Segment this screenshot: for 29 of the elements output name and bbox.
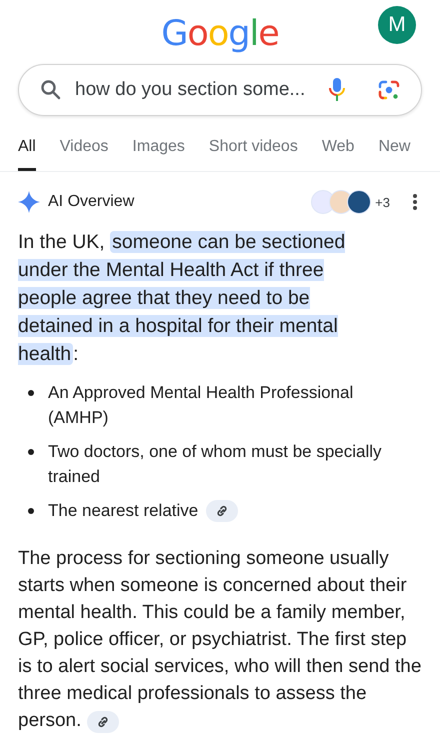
tab[interactable]: Videos <box>60 138 108 171</box>
more-options-icon[interactable] <box>412 193 418 211</box>
answer-text: In the UK, someone can be sectioned under the Mental Health Act if three people agree that they need to be detained in a hospital for their mental health: <box>18 230 346 367</box>
citation-link[interactable] <box>206 500 238 522</box>
source-count[interactable]: +3 <box>375 194 390 210</box>
microphone-icon[interactable] <box>327 77 347 103</box>
tab[interactable]: All <box>18 138 36 171</box>
bullet-icon <box>28 508 34 514</box>
bullet-icon <box>28 449 34 455</box>
citation-link[interactable] <box>86 710 119 733</box>
tab[interactable]: Web <box>322 138 354 171</box>
tab[interactable]: Short videos <box>208 138 298 171</box>
avatar[interactable]: M <box>378 6 416 44</box>
google-logo[interactable]: Google <box>161 14 279 54</box>
list-item: An Approved Mental Health Professional (AMHP) <box>48 382 354 429</box>
sparkle-icon <box>18 191 40 213</box>
source-favicon[interactable] <box>347 190 372 214</box>
link-icon <box>96 714 110 729</box>
list-item: Two doctors, one of whom must be specially trained <box>48 441 383 488</box>
camera-icon[interactable] <box>377 78 401 102</box>
bullet-icon <box>28 390 34 396</box>
tab[interactable]: New <box>378 138 410 171</box>
link-icon <box>215 504 230 518</box>
search-field[interactable]: how do you section some... <box>18 64 422 116</box>
paragraph-text: The process for sectioning someone usually starts when someone is concerned about their mental health. This could be a family member, GP, police officer, or psychiatrist. The first step is to alert social services, who will then send the three medical professionals to assess the person. <box>18 547 422 734</box>
tab[interactable]: Images <box>132 138 185 171</box>
list-item: The nearest relative <box>48 500 198 522</box>
section-title: AI Overview <box>48 193 136 211</box>
search-icon[interactable] <box>39 78 63 102</box>
